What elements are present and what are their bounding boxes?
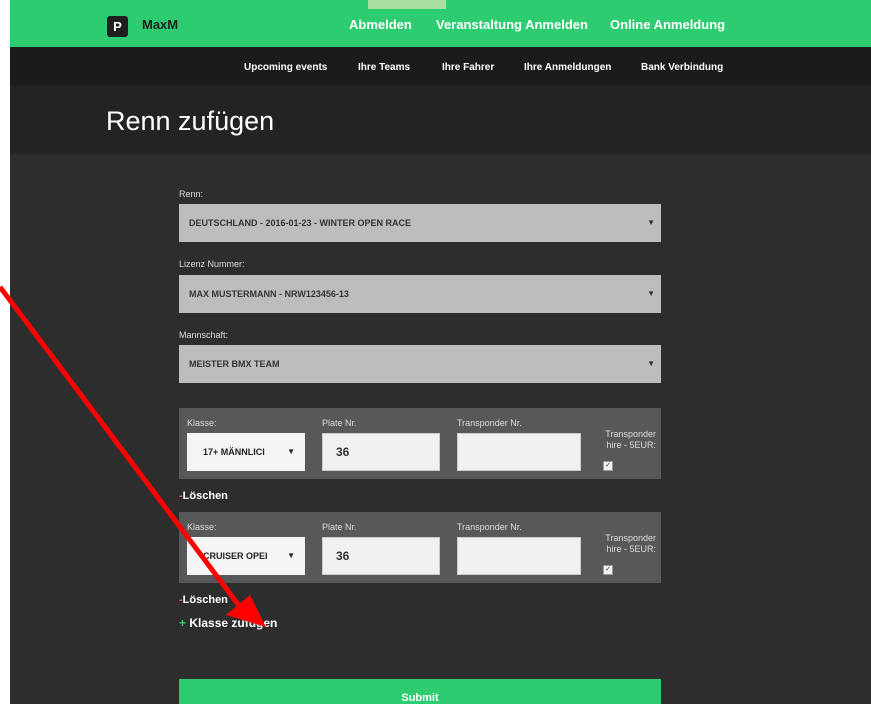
chevron-down-icon: ▼ (287, 551, 295, 560)
delete-class-link[interactable]: -Löschen (179, 490, 228, 502)
delete-class-label: Löschen (182, 490, 228, 502)
plus-icon: + (179, 616, 187, 630)
team-select[interactable]: MEISTER BMX TEAM ▼ (179, 345, 661, 383)
top-navbar: P MaxM Abmelden Veranstaltung Anmelden O… (10, 0, 871, 47)
class-select-value: CRUISER OPEI (203, 551, 268, 561)
transponder-input[interactable] (457, 433, 581, 471)
subnav-upcoming-events[interactable]: Upcoming events (244, 62, 327, 73)
subnav-ihre-fahrer[interactable]: Ihre Fahrer (442, 62, 494, 73)
transponder-label: Transponder Nr. (457, 418, 522, 428)
class-row: Klasse: CRUISER OPEI ▼ Plate Nr. 36 Tran… (179, 512, 661, 583)
transponder-input[interactable] (457, 537, 581, 575)
transponder-label: Transponder Nr. (457, 522, 522, 532)
delete-class-label: Löschen (182, 594, 228, 606)
chevron-down-icon: ▼ (647, 218, 655, 227)
license-select[interactable]: MAX MUSTERMANN - NRW123456-13 ▼ (179, 275, 661, 313)
sub-navbar: Upcoming events Ihre Teams Ihre Fahrer I… (10, 47, 871, 85)
class-row: Klasse: 17+ MÄNNLICI ▼ Plate Nr. 36 Tran… (179, 408, 661, 479)
chevron-down-icon: ▼ (287, 447, 295, 456)
plate-label: Plate Nr. (322, 418, 357, 428)
subnav-bank-verbindung[interactable]: Bank Verbindung (641, 62, 723, 73)
class-select[interactable]: 17+ MÄNNLICI ▼ (187, 433, 305, 471)
race-select[interactable]: DEUTSCHLAND - 2016-01-23 - WINTER OPEN R… (179, 204, 661, 242)
brand-name[interactable]: MaxM (142, 17, 178, 32)
transponder-hire-checkbox[interactable]: ✓ (603, 461, 613, 471)
submit-button[interactable]: Submit (179, 679, 661, 704)
plate-input[interactable]: 36 (322, 433, 440, 471)
subnav-ihre-anmeldungen[interactable]: Ihre Anmeldungen (524, 62, 611, 73)
transponder-hire-label: Transponder hire - 5EUR: (605, 429, 656, 450)
race-select-value: DEUTSCHLAND - 2016-01-23 - WINTER OPEN R… (189, 218, 412, 228)
subnav-ihre-teams[interactable]: Ihre Teams (358, 62, 410, 73)
class-label: Klasse: (187, 522, 217, 532)
page-header: Renn zufügen (10, 85, 871, 154)
license-label: Lizenz Nummer: (179, 259, 245, 269)
nav-abmelden-link[interactable]: Abmelden (349, 17, 412, 32)
race-label: Renn: (179, 189, 204, 199)
add-class-link[interactable]: + Klasse zufügen (179, 616, 277, 630)
delete-class-link[interactable]: -Löschen (179, 594, 228, 606)
license-select-value: MAX MUSTERMANN - NRW123456-13 (189, 289, 349, 299)
class-select-value: 17+ MÄNNLICI (203, 447, 265, 457)
plate-label: Plate Nr. (322, 522, 357, 532)
top-tab-indicator (368, 0, 446, 9)
team-label: Mannschaft: (179, 330, 229, 340)
chevron-down-icon: ▼ (647, 289, 655, 298)
app-frame: P MaxM Abmelden Veranstaltung Anmelden O… (10, 0, 871, 704)
transponder-hire-label: Transponder hire - 5EUR: (605, 533, 656, 554)
class-label: Klasse: (187, 418, 217, 428)
add-class-label: Klasse zufügen (189, 616, 278, 630)
class-select[interactable]: CRUISER OPEI ▼ (187, 537, 305, 575)
plate-input[interactable]: 36 (322, 537, 440, 575)
team-select-value: MEISTER BMX TEAM (189, 359, 280, 369)
nav-veranstaltung-anmelden-link[interactable]: Veranstaltung Anmelden (436, 17, 588, 32)
brand-logo-icon[interactable]: P (107, 16, 128, 37)
page-title: Renn zufügen (106, 106, 275, 136)
transponder-hire-checkbox[interactable]: ✓ (603, 565, 613, 575)
nav-online-anmeldung-link[interactable]: Online Anmeldung (610, 17, 725, 32)
chevron-down-icon: ▼ (647, 359, 655, 368)
